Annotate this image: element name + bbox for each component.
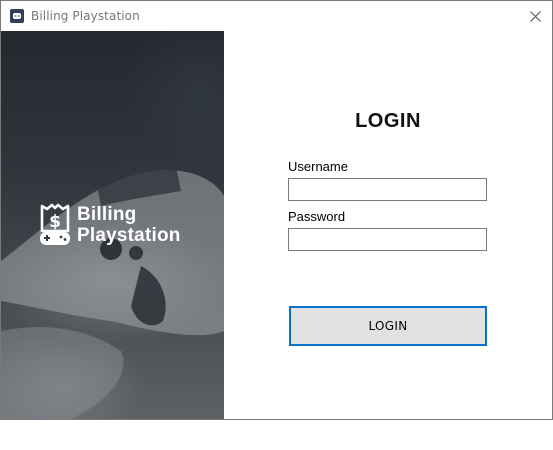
login-window: Billing Playstation $ Billing Playstatio… <box>0 0 553 420</box>
title-bar[interactable]: Billing Playstation <box>1 1 552 31</box>
dollar-gamepad-logo-icon: $ <box>40 203 70 245</box>
svg-text:$: $ <box>49 212 61 232</box>
brand-line-1: Billing <box>77 204 137 225</box>
login-button[interactable]: LOGIN <box>289 306 487 346</box>
brand-name: Billing Playstation <box>77 204 181 246</box>
window-title: Billing Playstation <box>31 9 140 23</box>
brand: $ Billing Playstation <box>39 203 181 247</box>
login-form: LOGIN Username Password LOGIN <box>224 31 552 419</box>
brand-line-2: Playstation <box>77 225 181 246</box>
hero-image-panel: $ Billing Playstation <box>1 31 224 419</box>
password-label: Password <box>288 209 346 224</box>
close-icon <box>529 10 541 22</box>
login-heading: LOGIN <box>355 110 421 132</box>
username-input[interactable] <box>288 178 487 201</box>
close-button[interactable] <box>518 1 552 31</box>
password-input[interactable] <box>288 228 487 251</box>
gamepad-icon <box>10 9 24 23</box>
username-label: Username <box>288 159 348 174</box>
